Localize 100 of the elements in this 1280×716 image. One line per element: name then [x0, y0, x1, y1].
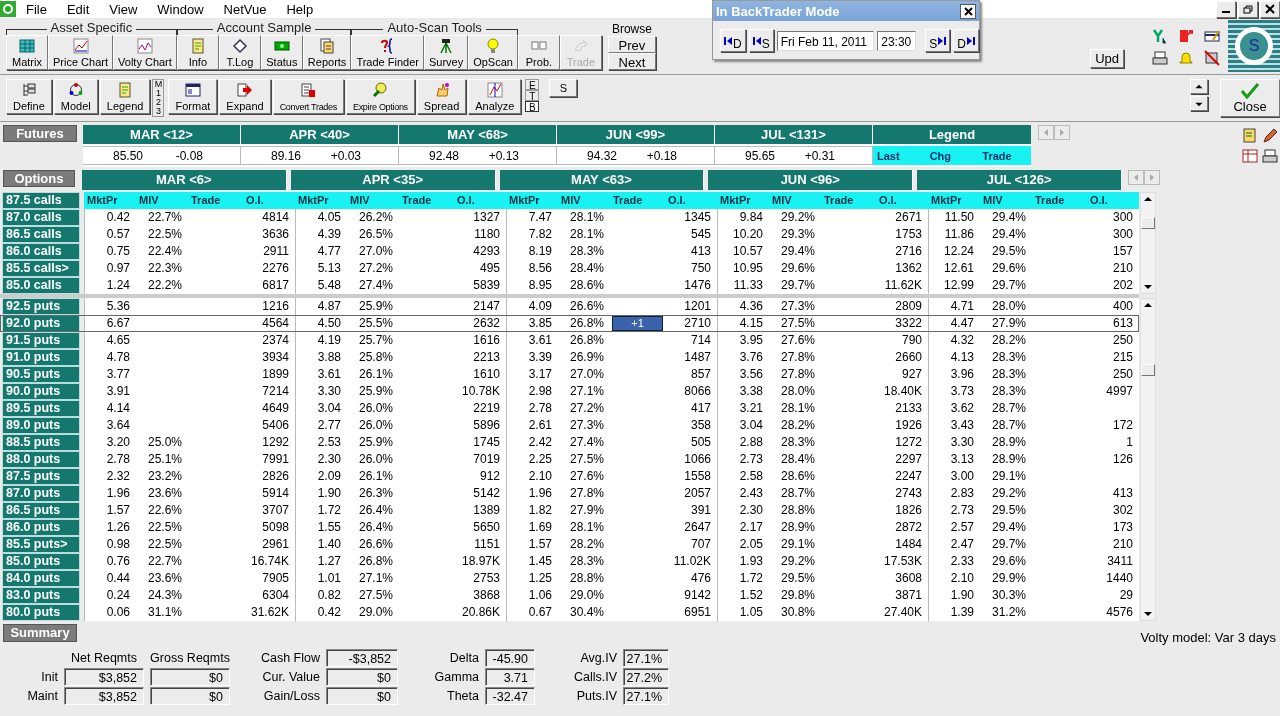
level-tab[interactable]: 3	[155, 107, 161, 116]
strike-label[interactable]: 84.0 puts	[2, 570, 80, 587]
level-tab[interactable]: 2	[155, 98, 161, 107]
view-tab[interactable]: E	[525, 79, 540, 90]
toolbar-button[interactable]: Analyze	[468, 79, 522, 114]
table-cell: 1362	[876, 260, 928, 278]
toolbar-button[interactable]: Survey	[423, 35, 469, 70]
toolbar-button[interactable]: Volty Chart	[113, 35, 177, 70]
toolbar-button[interactable]: Define	[6, 79, 52, 114]
toolbar-button[interactable]: Trade Finder	[351, 35, 424, 70]
table-cell: 2.47	[928, 536, 980, 554]
toolbar-button[interactable]: Expand	[219, 79, 271, 114]
up-button[interactable]	[1190, 79, 1208, 94]
table-icon[interactable]	[1242, 148, 1258, 164]
strike-label[interactable]: 85.0 calls	[2, 277, 80, 294]
date-field[interactable]: Fri Feb 11, 2011	[776, 30, 875, 51]
time-field[interactable]: 23:30	[877, 30, 917, 51]
strike-label[interactable]: 87.0 puts	[2, 485, 80, 502]
table-row[interactable]: 92.5 puts 5.36 1216 4.87 25.9% 2147 4.09 26.6% 1201 4.36 27.3% 2809 4.71 28.0% 400	[0, 298, 1139, 315]
strike-label[interactable]: 91.5 puts	[2, 332, 80, 349]
scrollbar[interactable]	[1140, 298, 1156, 621]
trade-cell[interactable]: +1	[612, 316, 663, 331]
strike-label[interactable]: 86.0 puts	[2, 519, 80, 536]
step-forward-button[interactable]: D	[953, 29, 979, 52]
toolbar-button[interactable]: OpScan	[468, 35, 518, 70]
step-back-button[interactable]: S	[748, 29, 774, 52]
strike-label[interactable]: 86.5 puts	[2, 502, 80, 519]
browse-button[interactable]: Prev	[607, 36, 656, 53]
table-cell: 2710	[665, 315, 717, 333]
strike-label[interactable]: 87.5 puts	[2, 468, 80, 485]
strike-label[interactable]: 90.5 puts	[2, 366, 80, 383]
table-cell: 28.1%	[558, 209, 610, 227]
table-cell: 2.98	[506, 383, 558, 401]
pencil-icon[interactable]	[1262, 128, 1278, 144]
toolbar-button[interactable]: T.Log	[218, 35, 261, 70]
strike-label[interactable]: 88.0 puts	[2, 451, 80, 468]
toolbar-button[interactable]: Price Chart	[48, 35, 114, 70]
step-back-button[interactable]: D	[720, 29, 746, 52]
toolbar-button[interactable]: Status	[260, 35, 303, 70]
strike-label[interactable]: 86.0 calls	[2, 243, 80, 260]
strike-label[interactable]: 85.0 puts	[2, 553, 80, 570]
s-button[interactable]: S	[549, 79, 578, 97]
scroll-thumb[interactable]	[1141, 363, 1155, 376]
toolbar-button[interactable]: Expire Options	[345, 79, 415, 114]
table-cell: 1272	[876, 434, 928, 452]
crossed-icon[interactable]	[1204, 50, 1220, 66]
table-row[interactable]: 80.0 puts 0.06 31.1% 31.62K 0.42 29.0% 20.86K 0.67 30.4% 6951 1.05 30.8% 27.40K 1.39 31.2% 4576	[0, 604, 1139, 621]
strike-label[interactable]: 91.0 puts	[2, 349, 80, 366]
strike-label[interactable]: 89.5 puts	[2, 400, 80, 417]
strike-label[interactable]: 92.0 puts	[2, 315, 80, 332]
close-button[interactable]: Close	[1220, 79, 1280, 117]
view-tab[interactable]: B	[525, 101, 540, 112]
strike-label[interactable]: 85.5 calls>	[2, 260, 80, 277]
scrollbar[interactable]	[1140, 192, 1156, 294]
printer-icon[interactable]	[1262, 148, 1278, 164]
toolbar-button[interactable]: Matrix	[6, 35, 48, 70]
scroll-thumb[interactable]	[1141, 217, 1155, 229]
table-cell: 4814	[243, 209, 295, 227]
card-icon[interactable]	[1204, 28, 1220, 44]
toolbar-button[interactable]: Format	[168, 79, 218, 114]
bell-icon[interactable]	[1178, 50, 1194, 66]
toolbar-button[interactable]: Convert Trades	[272, 79, 344, 114]
restore-button[interactable]	[1238, 0, 1258, 18]
strike-label[interactable]: 89.0 puts	[2, 417, 80, 434]
strike-label[interactable]: 88.5 puts	[2, 434, 80, 451]
view-tab[interactable]: T	[525, 90, 540, 101]
strike-label[interactable]: 87.5 calls	[2, 192, 80, 209]
update-button[interactable]: Upd	[1090, 49, 1124, 68]
strike-label[interactable]: 80.0 puts	[2, 604, 80, 621]
toolbar-button[interactable]: Model	[53, 79, 98, 114]
toolbar-button[interactable]: Spread	[416, 79, 467, 114]
minimize-button[interactable]	[1216, 0, 1236, 18]
printer-icon[interactable]	[1152, 50, 1168, 66]
strike-label[interactable]: 85.5 puts>	[2, 536, 80, 553]
level-tab[interactable]: M	[154, 80, 163, 89]
down-button[interactable]	[1190, 96, 1208, 111]
menu-item[interactable]: File	[16, 1, 57, 17]
browse-button[interactable]: Next	[607, 53, 656, 70]
step-forward-button[interactable]: S	[925, 29, 951, 52]
minimize-icon	[1222, 11, 1230, 13]
column-header: Trade	[610, 192, 665, 210]
toolbar-button[interactable]: Legend	[99, 79, 151, 114]
level-tab[interactable]: 1	[155, 89, 161, 98]
toolbar-button[interactable]: Prob.	[517, 35, 560, 70]
menu-item[interactable]: Help	[276, 1, 324, 17]
close-button[interactable]	[960, 3, 976, 19]
strike-label[interactable]: 87.0 calls	[2, 209, 80, 226]
menu-item[interactable]: Window	[147, 1, 214, 17]
strike-label[interactable]: 86.5 calls	[2, 226, 80, 243]
menu-item[interactable]: View	[99, 1, 148, 17]
strike-label[interactable]: 90.0 puts	[2, 383, 80, 400]
toolbar-button[interactable]: Reports	[302, 35, 352, 70]
menu-item[interactable]: NetVue	[213, 1, 277, 17]
menu-item[interactable]: Edit	[56, 1, 100, 17]
toolbar-button[interactable]: Info	[176, 35, 219, 70]
strike-label[interactable]: 83.0 puts	[2, 587, 80, 604]
strike-label[interactable]: 92.5 puts	[2, 298, 80, 315]
table-cell: 8.19	[506, 243, 558, 261]
export-icon[interactable]	[1178, 28, 1194, 44]
table-cell: 3.30	[295, 383, 347, 401]
